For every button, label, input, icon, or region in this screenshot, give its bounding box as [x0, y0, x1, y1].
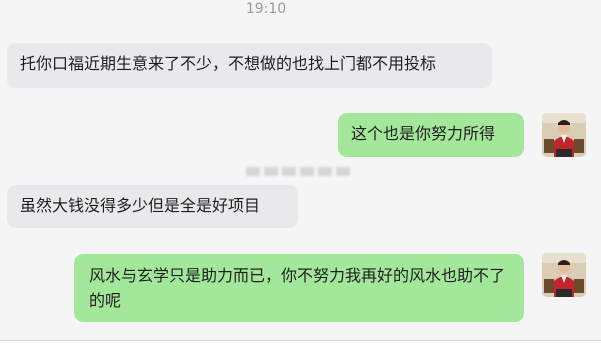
user-avatar-icon[interactable] [542, 253, 586, 297]
outgoing-message-bubble[interactable]: 这个也是你努力所得 [338, 113, 524, 157]
user-avatar-icon[interactable] [542, 113, 586, 157]
watermark-image [246, 167, 350, 176]
input-area-divider [0, 340, 601, 345]
incoming-message-bubble[interactable]: 虽然大钱没得多少但是全是好项目 [7, 185, 298, 228]
outgoing-message-bubble[interactable]: 风水与玄学只是助力而已，你不努力我再好的风水也助不了的呢 [74, 254, 524, 322]
message-timestamp: 19:10 [245, 1, 287, 17]
incoming-message-bubble[interactable]: 托你口福近期生意来了不少，不想做的也找上门都不用投标 [7, 43, 492, 88]
